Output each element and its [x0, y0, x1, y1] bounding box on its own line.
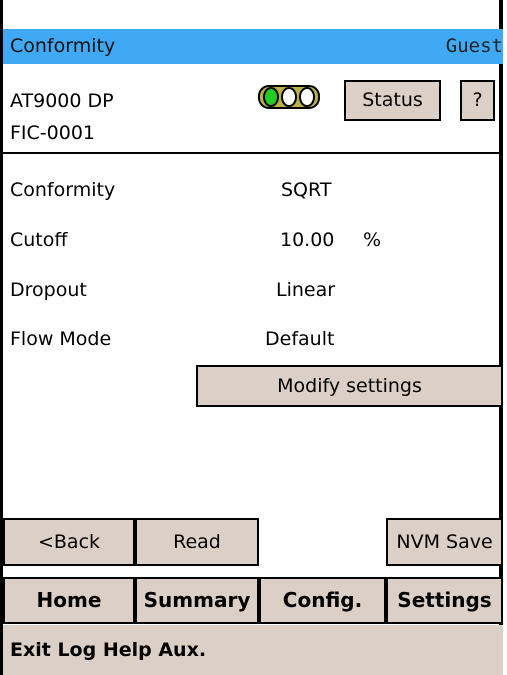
conformity-label: Conformity: [10, 179, 116, 201]
device-info: AT9000 DP FIC-0001: [10, 85, 114, 149]
conformity-value: SQRT: [281, 179, 332, 201]
device-tag: FIC-0001: [10, 122, 96, 144]
header-divider: [3, 152, 503, 154]
status-button[interactable]: Status: [344, 80, 441, 121]
device-model: AT9000 DP: [10, 90, 114, 112]
tab-summary[interactable]: Summary: [135, 577, 259, 624]
title-bar: Conformity Guest: [3, 29, 503, 64]
flow-mode-label: Flow Mode: [10, 328, 112, 350]
cutoff-label: Cutoff: [10, 229, 68, 251]
tab-settings[interactable]: Settings: [386, 577, 503, 624]
cutoff-value: 10.00: [280, 229, 335, 251]
flow-mode-value: Default: [265, 328, 335, 350]
nvm-save-button[interactable]: NVM Save: [386, 518, 503, 566]
dropout-label: Dropout: [10, 279, 87, 301]
dropout-value: Linear: [276, 279, 336, 301]
page-title: Conformity: [10, 35, 116, 57]
traffic-light-icon: [258, 85, 320, 109]
user-label: Guest: [445, 35, 503, 57]
help-button[interactable]: ?: [460, 80, 495, 121]
footer-bar: Exit Log Help Aux.: [3, 625, 503, 675]
cutoff-unit: %: [363, 229, 382, 251]
footer-menu[interactable]: Exit Log Help Aux.: [10, 639, 206, 661]
modify-settings-button[interactable]: Modify settings: [196, 365, 503, 407]
read-button[interactable]: Read: [135, 518, 259, 566]
tab-home[interactable]: Home: [3, 577, 135, 624]
tab-config[interactable]: Config.: [259, 577, 386, 624]
back-button[interactable]: <Back: [3, 518, 135, 566]
